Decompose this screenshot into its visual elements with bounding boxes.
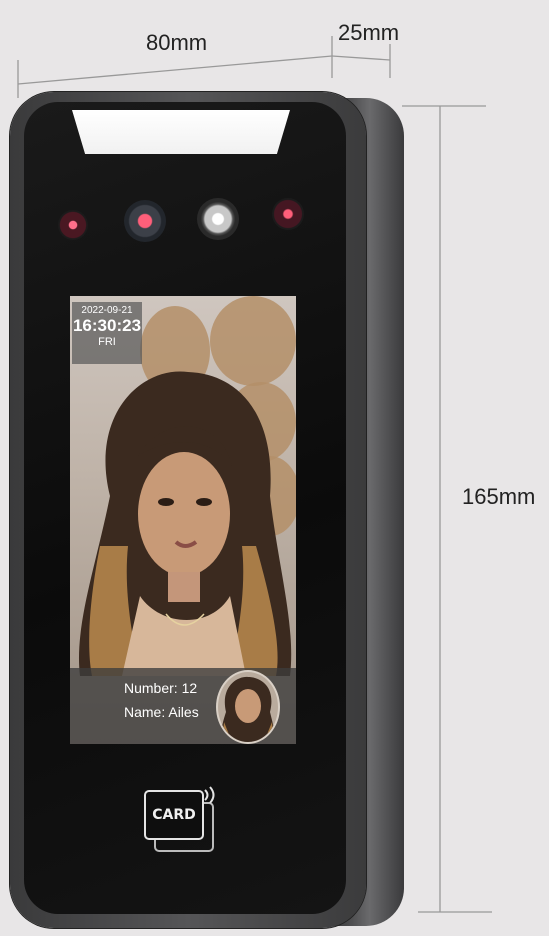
ir-camera-icon: [124, 200, 166, 242]
ir-led-left-icon: [58, 210, 88, 240]
user-avatar: [216, 670, 280, 744]
time-text: 16:30:23: [72, 316, 142, 335]
ir-led-right-icon: [272, 198, 304, 230]
depth-dimension-label: 25mm: [338, 20, 400, 45]
height-dimension-label: 165mm: [462, 484, 536, 509]
card-label: CARD: [144, 790, 204, 840]
card-reader: CARD: [144, 786, 215, 852]
fill-light-bar: [72, 110, 290, 154]
device-screen: 2022-09-21 16:30:23 FRI Number: 12 Name:…: [70, 296, 296, 744]
datetime-display: 2022-09-21 16:30:23 FRI: [72, 302, 142, 364]
date-text: 2022-09-21: [81, 305, 133, 316]
nfc-waves-icon: [204, 786, 215, 804]
visible-camera-icon: [197, 198, 239, 240]
user-number-text: Number: 12: [124, 680, 198, 696]
width-dimension-label: 80mm: [146, 30, 208, 55]
user-name-text: Name: Ailes: [124, 704, 199, 720]
day-text: FRI: [98, 336, 116, 348]
